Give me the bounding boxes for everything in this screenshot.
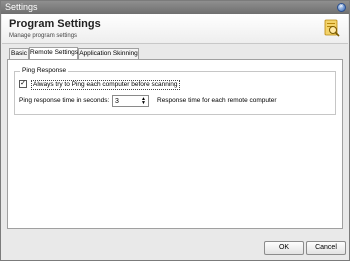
- tab-remote-settings[interactable]: Remote Settings: [29, 47, 78, 59]
- always-ping-checkbox[interactable]: ✓: [19, 80, 27, 88]
- stepper-arrows-icon[interactable]: ▲ ▼: [140, 97, 147, 106]
- search-settings-icon: [324, 19, 340, 37]
- ping-response-group: Ping Response ✓ Always try to Ping each …: [14, 67, 336, 115]
- ping-time-description: Response time for each remote computer: [157, 97, 277, 104]
- dialog-footer: OK Cancel: [2, 235, 348, 260]
- header-banner: Program Settings Manage program settings: [2, 14, 348, 44]
- ok-button[interactable]: OK: [264, 241, 304, 255]
- title-bar[interactable]: Settings ×: [1, 1, 349, 14]
- ping-time-input[interactable]: [115, 97, 139, 106]
- tab-basic[interactable]: Basic: [9, 48, 29, 59]
- tab-panel-remote-settings: Ping Response ✓ Always try to Ping each …: [7, 59, 343, 229]
- ping-time-stepper[interactable]: ▲▼: [112, 95, 149, 107]
- page-subtitle: Manage program settings: [9, 33, 78, 39]
- window-title: Settings: [5, 2, 38, 12]
- page-title: Program Settings: [9, 18, 101, 30]
- tab-application-skinning[interactable]: Application Skinning: [78, 48, 139, 59]
- settings-window: Settings × Program Settings Manage progr…: [0, 0, 350, 261]
- ping-time-label: Ping response time in seconds:: [19, 97, 110, 104]
- close-icon[interactable]: ×: [337, 3, 346, 12]
- cancel-button[interactable]: Cancel: [306, 241, 346, 255]
- always-ping-label[interactable]: Always try to Ping each computer before …: [31, 80, 180, 90]
- ping-response-time-row: Ping response time in seconds: ▲▼ Respon…: [19, 95, 329, 107]
- ping-response-legend: Ping Response: [20, 67, 69, 75]
